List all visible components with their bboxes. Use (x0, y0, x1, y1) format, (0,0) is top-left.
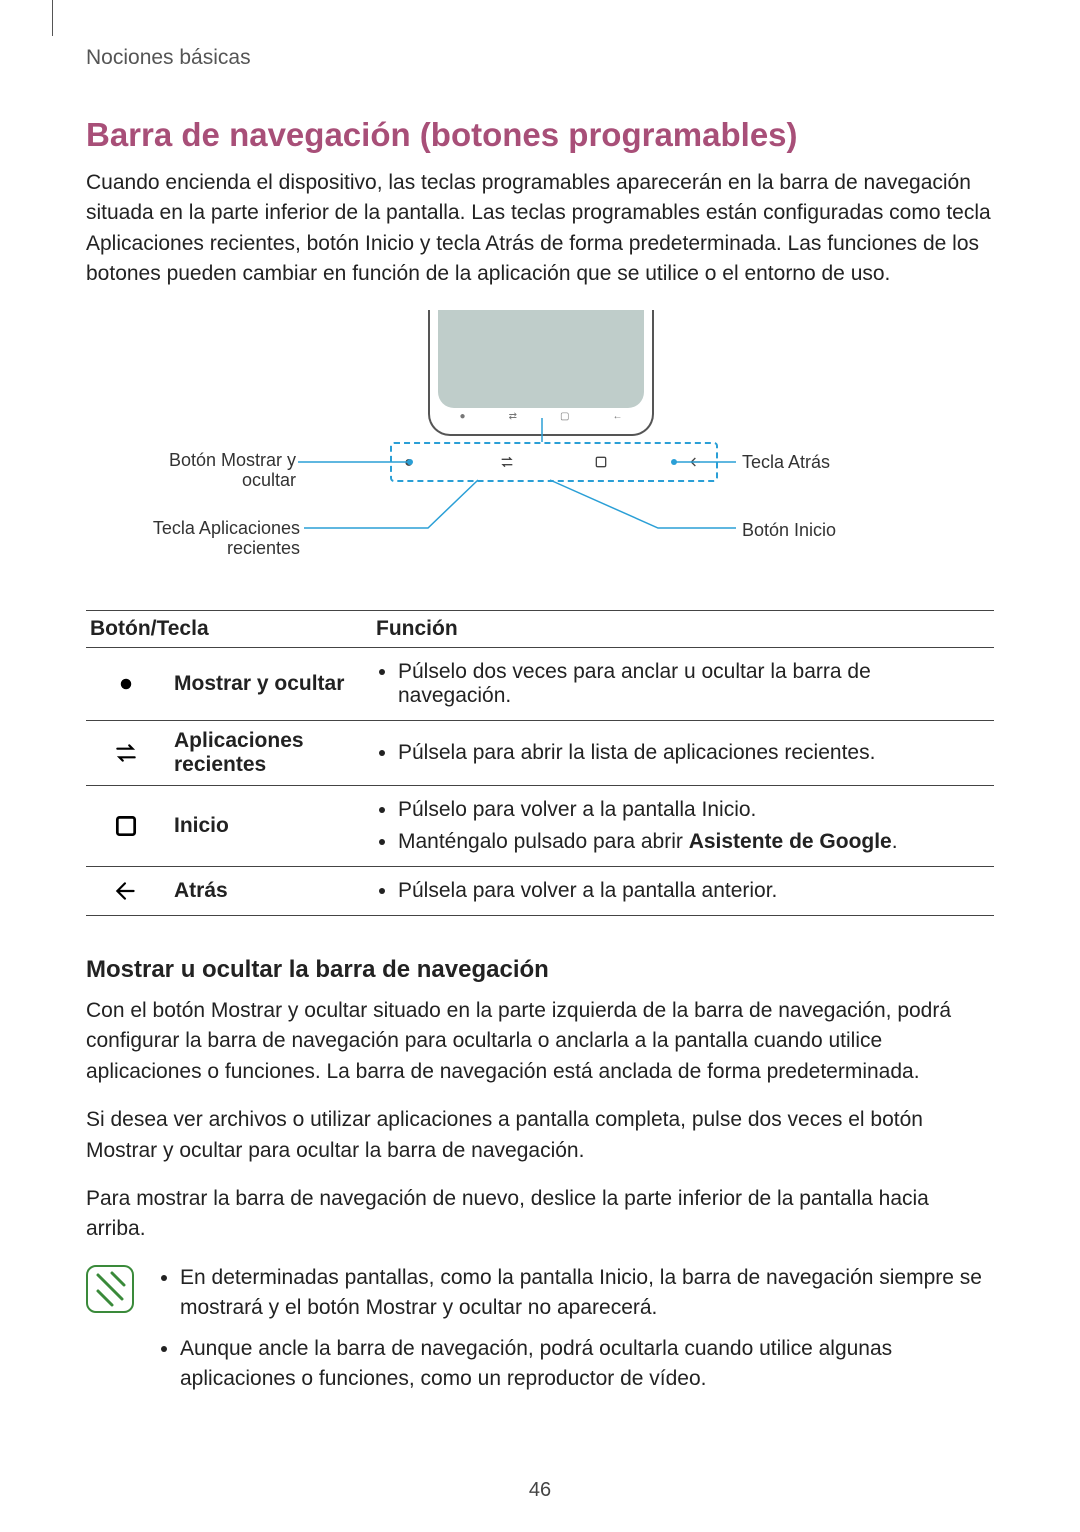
row-label: Atrás (166, 866, 372, 915)
home-icon (86, 785, 166, 866)
table-row: Mostrar y ocultar Púlselo dos veces para… (86, 647, 994, 720)
callout-show-hide: Botón Mostrar y ocultar (150, 450, 296, 491)
recents-icon (86, 720, 166, 785)
row-function: Púlselo para volver a la pantalla Inicio… (372, 785, 994, 866)
row-function: Púlsela para volver a la pantalla anteri… (372, 866, 994, 915)
buttons-table: Botón/Tecla Función Mostrar y ocultar Pú… (86, 610, 994, 916)
paragraph: Para mostrar la barra de navegación de n… (86, 1184, 994, 1245)
navbar-figure: ● ⇄ ▢ ← ● Botó (180, 310, 900, 580)
table-header-function: Función (372, 610, 994, 647)
subheading: Mostrar u ocultar la barra de navegación (86, 956, 994, 984)
table-row: Aplicaciones recientes Púlsela para abri… (86, 720, 994, 785)
row-label: Aplicaciones recientes (166, 720, 372, 785)
row-function: Púlsela para abrir la lista de aplicacio… (372, 720, 994, 785)
note-list: En determinadas pantallas, como la panta… (156, 1263, 994, 1405)
list-item: Aunque ancle la barra de navegación, pod… (180, 1334, 994, 1395)
note-icon (86, 1265, 134, 1313)
intro-paragraph: Cuando encienda el dispositivo, las tecl… (86, 168, 994, 290)
callout-recents: Tecla Aplicaciones recientes (132, 518, 300, 559)
table-header-button: Botón/Tecla (86, 610, 372, 647)
dot-icon (86, 647, 166, 720)
page-title: Barra de navegación (botones programable… (86, 116, 994, 154)
row-label: Inicio (166, 785, 372, 866)
row-function: Púlselo dos veces para anclar u ocultar … (372, 647, 994, 720)
paragraph: Si desea ver archivos o utilizar aplicac… (86, 1105, 994, 1166)
list-item: En determinadas pantallas, como la panta… (180, 1263, 994, 1324)
paragraph: Con el botón Mostrar y ocultar situado e… (86, 996, 994, 1087)
back-icon (86, 866, 166, 915)
callout-back: Tecla Atrás (742, 452, 830, 473)
home-hold-func: Manténgalo pulsado para abrir Asistente … (398, 826, 986, 858)
section-label: Nociones básicas (86, 46, 994, 70)
table-row: Inicio Púlselo para volver a la pantalla… (86, 785, 994, 866)
row-label: Mostrar y ocultar (166, 647, 372, 720)
callout-home: Botón Inicio (742, 520, 836, 541)
table-row: Atrás Púlsela para volver a la pantalla … (86, 866, 994, 915)
page-number: 46 (86, 1479, 994, 1502)
